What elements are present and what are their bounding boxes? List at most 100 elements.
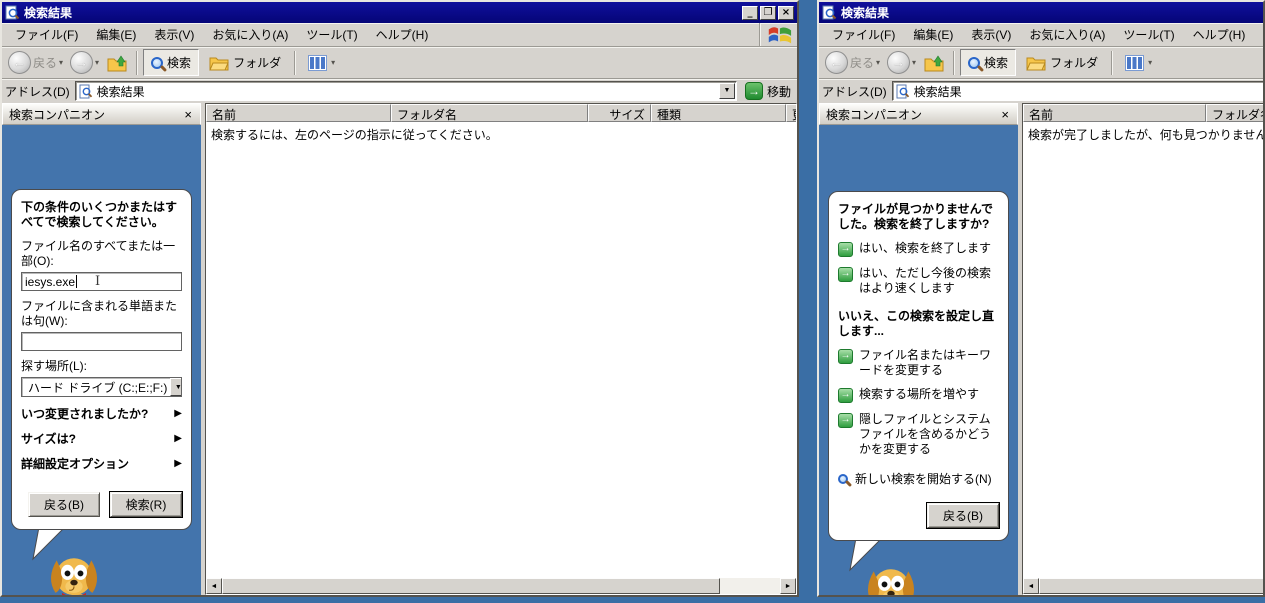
- horizontal-scrollbar[interactable]: ◄ ►: [206, 578, 796, 594]
- back-form-button[interactable]: 戻る(B): [927, 503, 999, 528]
- column-folder[interactable]: フォルダ名: [391, 104, 588, 122]
- address-dropdown-button[interactable]: ▼: [719, 83, 735, 99]
- back-button[interactable]: ← 戻る ▾: [6, 50, 65, 75]
- expander-advanced[interactable]: 詳細設定オプション ▶: [21, 455, 182, 472]
- refine-subheading: いいえ、この検索を設定し直します...: [838, 309, 999, 339]
- menu-view[interactable]: 表示(V): [145, 23, 203, 46]
- folders-toolbar-button[interactable]: フォルダ: [1019, 49, 1105, 76]
- containing-word-input[interactable]: [21, 332, 182, 351]
- horizontal-scrollbar[interactable]: ◄: [1023, 578, 1265, 594]
- column-name[interactable]: 名前: [1023, 104, 1206, 122]
- option-include-hidden[interactable]: → 隠しファイルとシステム ファイルを含めるかどうかを変更する: [838, 412, 999, 457]
- menu-edit[interactable]: 編集(E): [87, 23, 145, 46]
- companion-close-icon[interactable]: ×: [182, 108, 194, 121]
- menu-bar: ファイル(F) 編集(E) 表示(V) お気に入り(A) ツール(T) ヘルプ(…: [819, 23, 1265, 47]
- scroll-right-icon[interactable]: ►: [780, 578, 796, 594]
- forward-dropdown-icon[interactable]: ▾: [95, 58, 99, 67]
- search-form-button[interactable]: 検索(R): [110, 492, 182, 517]
- folders-toolbar-label: フォルダ: [1050, 54, 1098, 71]
- address-value: 検索結果: [914, 83, 962, 100]
- menu-favorites[interactable]: お気に入り(A): [1020, 23, 1114, 46]
- magnifier-icon: [151, 57, 163, 69]
- option-label: ファイル名またはキーワードを変更する: [859, 348, 999, 378]
- titlebar[interactable]: 検索結果 _ ❐ ×: [2, 2, 797, 23]
- search-toolbar-button[interactable]: 検索: [960, 49, 1016, 76]
- option-finish-search[interactable]: → はい、検索を終了します: [838, 241, 999, 257]
- results-message: 検索するには、左のページの指示に従ってください。: [206, 122, 796, 578]
- look-in-select[interactable]: ハード ドライブ (C:;E:;F:) ▼: [21, 377, 182, 397]
- back-dropdown-icon[interactable]: ▾: [876, 58, 880, 67]
- search-companion-panel: 検索コンパニオン × ファイルが見つかりませんでした。検索を終了しますか? → …: [819, 103, 1018, 595]
- expander-arrow-icon: ▶: [174, 433, 182, 444]
- toolbar: ← 戻る ▾ → ▾ 検索 フォルダ ▾: [819, 47, 1265, 79]
- close-button[interactable]: ×: [778, 6, 794, 20]
- search-toolbar-label: 検索: [167, 54, 191, 71]
- option-change-name[interactable]: → ファイル名またはキーワードを変更する: [838, 348, 999, 378]
- address-page-icon: [79, 84, 93, 99]
- menu-help[interactable]: ヘルプ(H): [367, 23, 438, 46]
- column-folder[interactable]: フォルダ名: [1206, 104, 1265, 122]
- menu-tools[interactable]: ツール(T): [297, 23, 366, 46]
- up-button[interactable]: [921, 52, 947, 74]
- folders-toolbar-button[interactable]: フォルダ: [202, 49, 288, 76]
- containing-word-label: ファイルに含まれる単語または句(W):: [21, 299, 182, 329]
- expander-label: 詳細設定オプション: [21, 455, 129, 472]
- toolbar-separator: [136, 51, 137, 75]
- forward-button[interactable]: → ▾: [68, 50, 101, 75]
- views-dropdown-icon[interactable]: ▾: [1148, 58, 1152, 67]
- back-form-button[interactable]: 戻る(B): [28, 492, 100, 517]
- option-label: はい、ただし今後の検索はより速くします: [859, 266, 999, 296]
- forward-button[interactable]: → ▾: [885, 50, 918, 75]
- look-in-dropdown-icon[interactable]: ▼: [170, 378, 182, 396]
- address-value: 検索結果: [97, 83, 145, 100]
- views-toolbar-button[interactable]: ▾: [1118, 50, 1159, 76]
- column-modified[interactable]: 更新日時: [786, 104, 797, 122]
- companion-close-icon[interactable]: ×: [999, 108, 1011, 121]
- forward-dropdown-icon[interactable]: ▾: [912, 58, 916, 67]
- scrollbar-thumb[interactable]: [1039, 578, 1265, 594]
- expander-when-modified[interactable]: いつ変更されましたか? ▶: [21, 405, 182, 422]
- option-faster-future[interactable]: → はい、ただし今後の検索はより速くします: [838, 266, 999, 296]
- column-type[interactable]: 種類: [651, 104, 786, 122]
- file-name-value: iesys.exe: [25, 275, 75, 289]
- search-toolbar-button[interactable]: 検索: [143, 49, 199, 76]
- option-more-locations[interactable]: → 検索する場所を増やす: [838, 387, 999, 403]
- back-icon: ←: [825, 51, 848, 74]
- menu-help[interactable]: ヘルプ(H): [1184, 23, 1255, 46]
- minimize-button[interactable]: _: [742, 6, 758, 20]
- companion-body: ファイルが見つかりませんでした。検索を終了しますか? → はい、検索を終了します…: [819, 125, 1018, 595]
- window-controls: _ ❐ ×: [742, 6, 794, 20]
- toolbar: ← 戻る ▾ → ▾ 検索 フォルダ ▾: [2, 47, 797, 79]
- start-new-search[interactable]: 新しい検索を開始する(N): [838, 470, 999, 487]
- option-label: はい、検索を終了します: [859, 241, 991, 256]
- menu-file[interactable]: ファイル(F): [6, 23, 87, 46]
- address-input[interactable]: 検索結果 ▼: [75, 81, 737, 101]
- address-label: アドレス(D): [5, 83, 70, 100]
- scrollbar-thumb[interactable]: [222, 578, 720, 594]
- menu-file[interactable]: ファイル(F): [823, 23, 904, 46]
- scroll-left-icon[interactable]: ◄: [1023, 578, 1039, 594]
- menu-favorites[interactable]: お気に入り(A): [203, 23, 297, 46]
- views-dropdown-icon[interactable]: ▾: [331, 58, 335, 67]
- address-bar: アドレス(D) 検索結果 ▼ → 移動: [2, 79, 797, 103]
- column-headers: 名前 フォルダ名 サイズ 種類 更新日時: [206, 104, 796, 122]
- menu-view[interactable]: 表示(V): [962, 23, 1020, 46]
- go-button[interactable]: → 移動: [742, 82, 794, 100]
- scrollbar-track[interactable]: [720, 578, 780, 594]
- views-toolbar-button[interactable]: ▾: [301, 50, 342, 76]
- back-dropdown-icon[interactable]: ▾: [59, 58, 63, 67]
- menu-edit[interactable]: 編集(E): [904, 23, 962, 46]
- maximize-button[interactable]: ❐: [760, 6, 776, 20]
- address-input[interactable]: 検索結果: [892, 81, 1265, 101]
- titlebar[interactable]: 検索結果: [819, 2, 1265, 23]
- results-list: 名前 フォルダ名 検索が完了しましたが、何も見つかりませんでした。 ◄: [1022, 103, 1265, 595]
- scroll-left-icon[interactable]: ◄: [206, 578, 222, 594]
- menu-tools[interactable]: ツール(T): [1114, 23, 1183, 46]
- up-button[interactable]: [104, 52, 130, 74]
- column-name[interactable]: 名前: [206, 104, 391, 122]
- file-name-input[interactable]: iesys.exe I: [21, 272, 182, 291]
- expander-size[interactable]: サイズは? ▶: [21, 430, 182, 447]
- back-button[interactable]: ← 戻る ▾: [823, 50, 882, 75]
- column-size[interactable]: サイズ: [588, 104, 651, 122]
- column-headers: 名前 フォルダ名: [1023, 104, 1265, 122]
